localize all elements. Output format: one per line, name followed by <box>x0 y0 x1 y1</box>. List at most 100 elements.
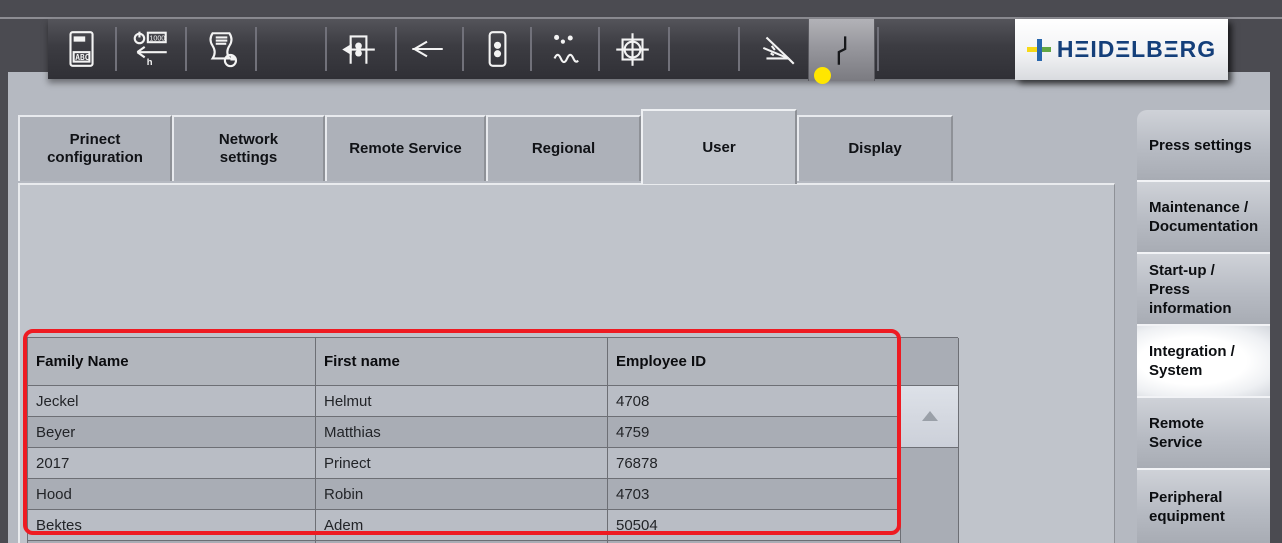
svg-text:h: h <box>147 57 153 68</box>
powder-spray-button[interactable] <box>750 21 806 77</box>
job-time-icon <box>200 28 242 70</box>
table-scrollbar <box>901 338 959 543</box>
tab-network-settings[interactable]: Network settings <box>172 115 325 181</box>
register-button[interactable] <box>604 21 660 77</box>
toolbar-separator <box>462 27 464 71</box>
tab-regional[interactable]: Regional <box>486 115 641 181</box>
toolbar-separator <box>668 27 670 71</box>
cell-first-name: Robin <box>316 479 608 510</box>
cell-first-name: Adem <box>316 510 608 541</box>
scrollbar-track[interactable] <box>901 448 959 543</box>
cell-first-name: Helmut <box>316 386 608 417</box>
toolbar-separator <box>877 27 879 71</box>
cell-employee-id: 4708 <box>608 386 901 417</box>
settings-sidebar: Press settings Maintenance / Documentati… <box>1137 110 1270 543</box>
tab-label: User <box>702 139 735 157</box>
table-row[interactable]: 2017 Prinect 76878 <box>28 448 958 479</box>
cell-family-name: 2017 <box>28 448 316 479</box>
sidebar-item-label: Remote <box>1149 414 1270 433</box>
toolbar-separator <box>598 27 600 71</box>
svg-text:ABC: ABC <box>75 53 89 62</box>
sidebar-item-label: Peripheral <box>1149 488 1270 507</box>
sheet-travel-icon <box>406 28 448 70</box>
toolbar-separator <box>255 27 257 71</box>
user-table: Family Name First name Employee ID Jecke… <box>27 337 958 543</box>
sidebar-item-integration-system[interactable]: Integration / System <box>1137 326 1270 398</box>
sheet-infeed-icon <box>337 28 379 70</box>
cell-employee-id: 50504 <box>608 510 901 541</box>
cell-family-name: Hood <box>28 479 316 510</box>
table-row[interactable]: Hood Robin 4703 <box>28 479 958 510</box>
scroll-up-button[interactable] <box>901 386 959 448</box>
tab-prinect-configuration[interactable]: Prinect configuration <box>18 115 172 181</box>
svg-text:1000: 1000 <box>149 34 165 42</box>
tab-label: Regional <box>532 140 595 158</box>
sidebar-item-press-settings[interactable]: Press settings <box>1137 110 1270 182</box>
toolbar-separator <box>115 27 117 71</box>
empty-toolbar-slot <box>675 21 731 77</box>
tab-label: Remote Service <box>349 140 462 158</box>
washup-icon <box>544 28 586 70</box>
brand-panel: HΞIDΞLBΞRG <box>1015 19 1228 80</box>
sheet-travel-button[interactable] <box>399 21 455 77</box>
system-settings-button[interactable] <box>808 19 875 81</box>
sidebar-item-maintenance-documentation[interactable]: Maintenance / Documentation <box>1137 182 1270 254</box>
sidebar-item-label: Documentation <box>1149 217 1270 236</box>
counter-reset-button[interactable]: 1000 h <box>123 21 179 77</box>
sidebar-item-label: equipment <box>1149 507 1270 526</box>
table-row[interactable]: Jeckel Helmut 4708 <box>28 386 958 417</box>
toolbar-separator <box>325 27 327 71</box>
tab-label: Network settings <box>192 131 305 167</box>
column-header-first-name[interactable]: First name <box>316 338 608 386</box>
heidelberg-cross-icon <box>1027 38 1051 62</box>
sidebar-item-label: Press settings <box>1149 136 1270 155</box>
register-icon <box>611 28 653 70</box>
cell-family-name: Jeckel <box>28 386 316 417</box>
table-row[interactable]: Bektes Adem 50504 <box>28 510 958 541</box>
tab-display[interactable]: Display <box>797 115 953 181</box>
washup-button[interactable] <box>537 21 593 77</box>
sheet-infeed-button[interactable] <box>330 21 386 77</box>
sidebar-item-label: Press information <box>1149 280 1270 318</box>
tab-remote-service[interactable]: Remote Service <box>325 115 486 181</box>
sidebar-item-peripheral-equipment[interactable]: Peripheral equipment <box>1137 470 1270 543</box>
cell-first-name: Prinect <box>316 448 608 479</box>
cell-employee-id: 76878 <box>608 448 901 479</box>
sidebar-item-label: Maintenance / <box>1149 198 1270 217</box>
table-row[interactable]: Beyer Matthias 4759 <box>28 417 958 448</box>
sidebar-item-label: System <box>1149 361 1270 380</box>
cell-first-name: Matthias <box>316 417 608 448</box>
toolbar-separator <box>530 27 532 71</box>
toolbar-separator <box>738 27 740 71</box>
column-header-family-name[interactable]: Family Name <box>28 338 316 386</box>
powder-spray-icon <box>757 28 799 70</box>
tab-label: Display <box>848 140 901 158</box>
gripper-icon <box>476 28 518 70</box>
sidebar-item-label: Integration / <box>1149 342 1270 361</box>
counter-abc-icon: ABC <box>60 28 102 70</box>
brand-logo-text: HΞIDΞLBΞRG <box>1057 36 1216 63</box>
toolbar-separator <box>185 27 187 71</box>
cell-employee-id: 4703 <box>608 479 901 510</box>
triangle-up-icon <box>920 409 940 424</box>
empty-toolbar-slot <box>263 21 319 77</box>
tab-user[interactable]: User <box>641 109 797 184</box>
status-indicator-dot <box>814 67 831 84</box>
gripper-button[interactable] <box>469 21 525 77</box>
table-header-row: Family Name First name Employee ID <box>28 338 958 386</box>
cell-employee-id: 4759 <box>608 417 901 448</box>
sidebar-item-startup-press-information[interactable]: Start-up / Press information <box>1137 254 1270 326</box>
sidebar-item-label: Service <box>1149 433 1270 452</box>
toolbar-separator <box>395 27 397 71</box>
job-time-button[interactable] <box>193 21 249 77</box>
step-line-icon <box>821 29 863 71</box>
sidebar-item-remote-service[interactable]: Remote Service <box>1137 398 1270 470</box>
tab-label: Prinect configuration <box>38 131 152 167</box>
cell-family-name: Bektes <box>28 510 316 541</box>
counter-abc-button[interactable]: ABC <box>53 21 109 77</box>
scrollbar-header-cell <box>901 338 959 386</box>
application-window: ABC 1000 h <box>0 0 1282 543</box>
counter-reset-icon: 1000 h <box>130 28 172 70</box>
cell-family-name: Beyer <box>28 417 316 448</box>
column-header-employee-id[interactable]: Employee ID <box>608 338 901 386</box>
